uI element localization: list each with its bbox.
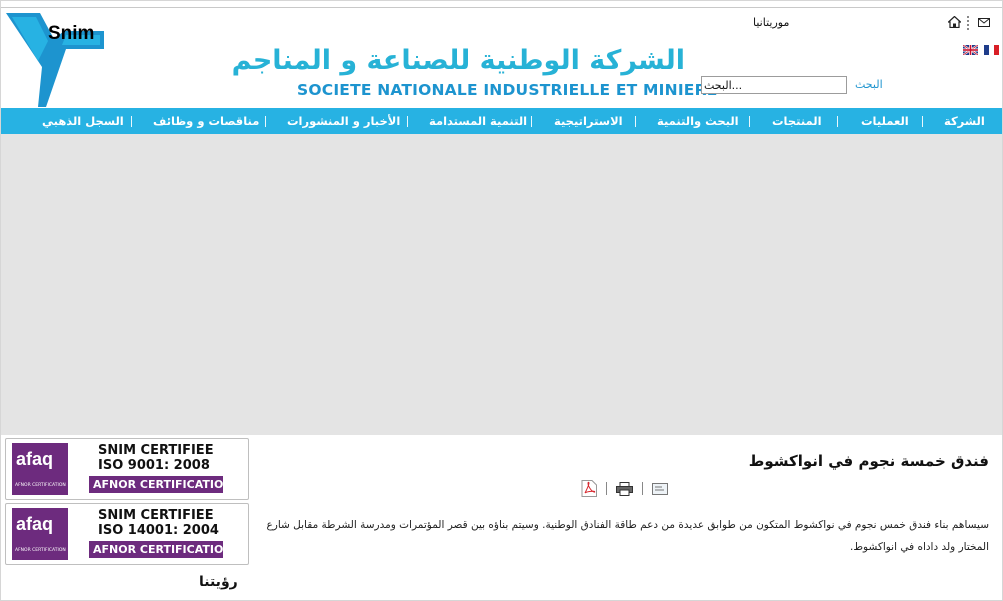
vision-heading: رؤيتنا <box>199 574 238 590</box>
afaq-logo: afaq AFNOR CERTIFICATION <box>12 443 68 495</box>
article-title: فندق خمسة نجوم في انواكشوط <box>748 452 989 470</box>
cert-line2: ISO 9001: 2008 <box>98 458 210 473</box>
cert-line2: ISO 14001: 2004 <box>98 523 219 538</box>
tool-separator <box>606 482 607 495</box>
country-link[interactable]: موريتانيا <box>753 16 789 29</box>
nav-item-news[interactable]: الأخبار و المنشورات <box>287 114 400 128</box>
iso-14001-certificate[interactable]: afaq AFNOR CERTIFICATION SNIM CERTIFIEE … <box>5 503 249 565</box>
cert-line1: SNIM CERTIFIEE <box>98 443 214 458</box>
email-icon[interactable] <box>652 483 668 495</box>
top-separator <box>967 16 971 30</box>
cert-bar: AFNOR CERTIFICATION <box>89 476 233 493</box>
tool-separator <box>642 482 643 495</box>
search-label: البحث <box>855 78 883 91</box>
nav-item-company[interactable]: الشركة <box>944 114 985 128</box>
print-icon[interactable] <box>616 482 633 496</box>
main-nav: الشركة العمليات المنتجات البحث والتنمية … <box>1 108 1002 134</box>
flag-en-icon[interactable] <box>963 45 978 55</box>
article-body: سيساهم بناء فندق خمس نجوم في نواكشوط الم… <box>266 519 989 553</box>
nav-separator <box>635 116 636 127</box>
nav-separator <box>837 116 838 127</box>
company-title-french: SOCIETE NATIONALE INDUSTRIELLE ET MINIER… <box>297 81 718 99</box>
mail-icon[interactable] <box>978 18 990 27</box>
nav-separator <box>531 116 532 127</box>
snim-logo[interactable]: Snim <box>4 11 108 107</box>
nav-separator <box>922 116 923 127</box>
top-border <box>1 7 1002 8</box>
nav-item-products[interactable]: المنتجات <box>772 114 822 128</box>
nav-item-strategy[interactable]: الاستراتيجية <box>554 114 623 128</box>
pdf-icon[interactable] <box>581 480 597 497</box>
logo-text: Snim <box>48 23 95 44</box>
nav-item-tenders[interactable]: مناقصات و وظائف <box>153 114 259 128</box>
flag-fr-icon[interactable] <box>984 45 999 55</box>
nav-separator <box>131 116 132 127</box>
home-icon[interactable] <box>948 16 961 28</box>
nav-separator <box>265 116 266 127</box>
nav-separator <box>407 116 408 127</box>
nav-separator <box>749 116 750 127</box>
afaq-logo: afaq AFNOR CERTIFICATION <box>12 508 68 560</box>
nav-item-research[interactable]: البحث والتنمية <box>657 114 739 128</box>
banner-area <box>1 134 1002 435</box>
cert-bar: AFNOR CERTIFICATION <box>89 541 233 558</box>
search-input[interactable] <box>701 76 847 94</box>
cert-line1: SNIM CERTIFIEE <box>98 508 214 523</box>
iso-9001-certificate[interactable]: afaq AFNOR CERTIFICATION SNIM CERTIFIEE … <box>5 438 249 500</box>
company-title-arabic: الشركة الوطنية للصناعة و المناجم <box>231 45 685 76</box>
nav-item-guestbook[interactable]: السجل الذهبي <box>42 114 124 128</box>
page: Snim الشركة الوطنية للصناعة و المناجم SO… <box>0 0 1003 601</box>
nav-item-sustainable[interactable]: التنمية المستدامة <box>429 114 527 128</box>
nav-item-operations[interactable]: العمليات <box>861 114 909 128</box>
